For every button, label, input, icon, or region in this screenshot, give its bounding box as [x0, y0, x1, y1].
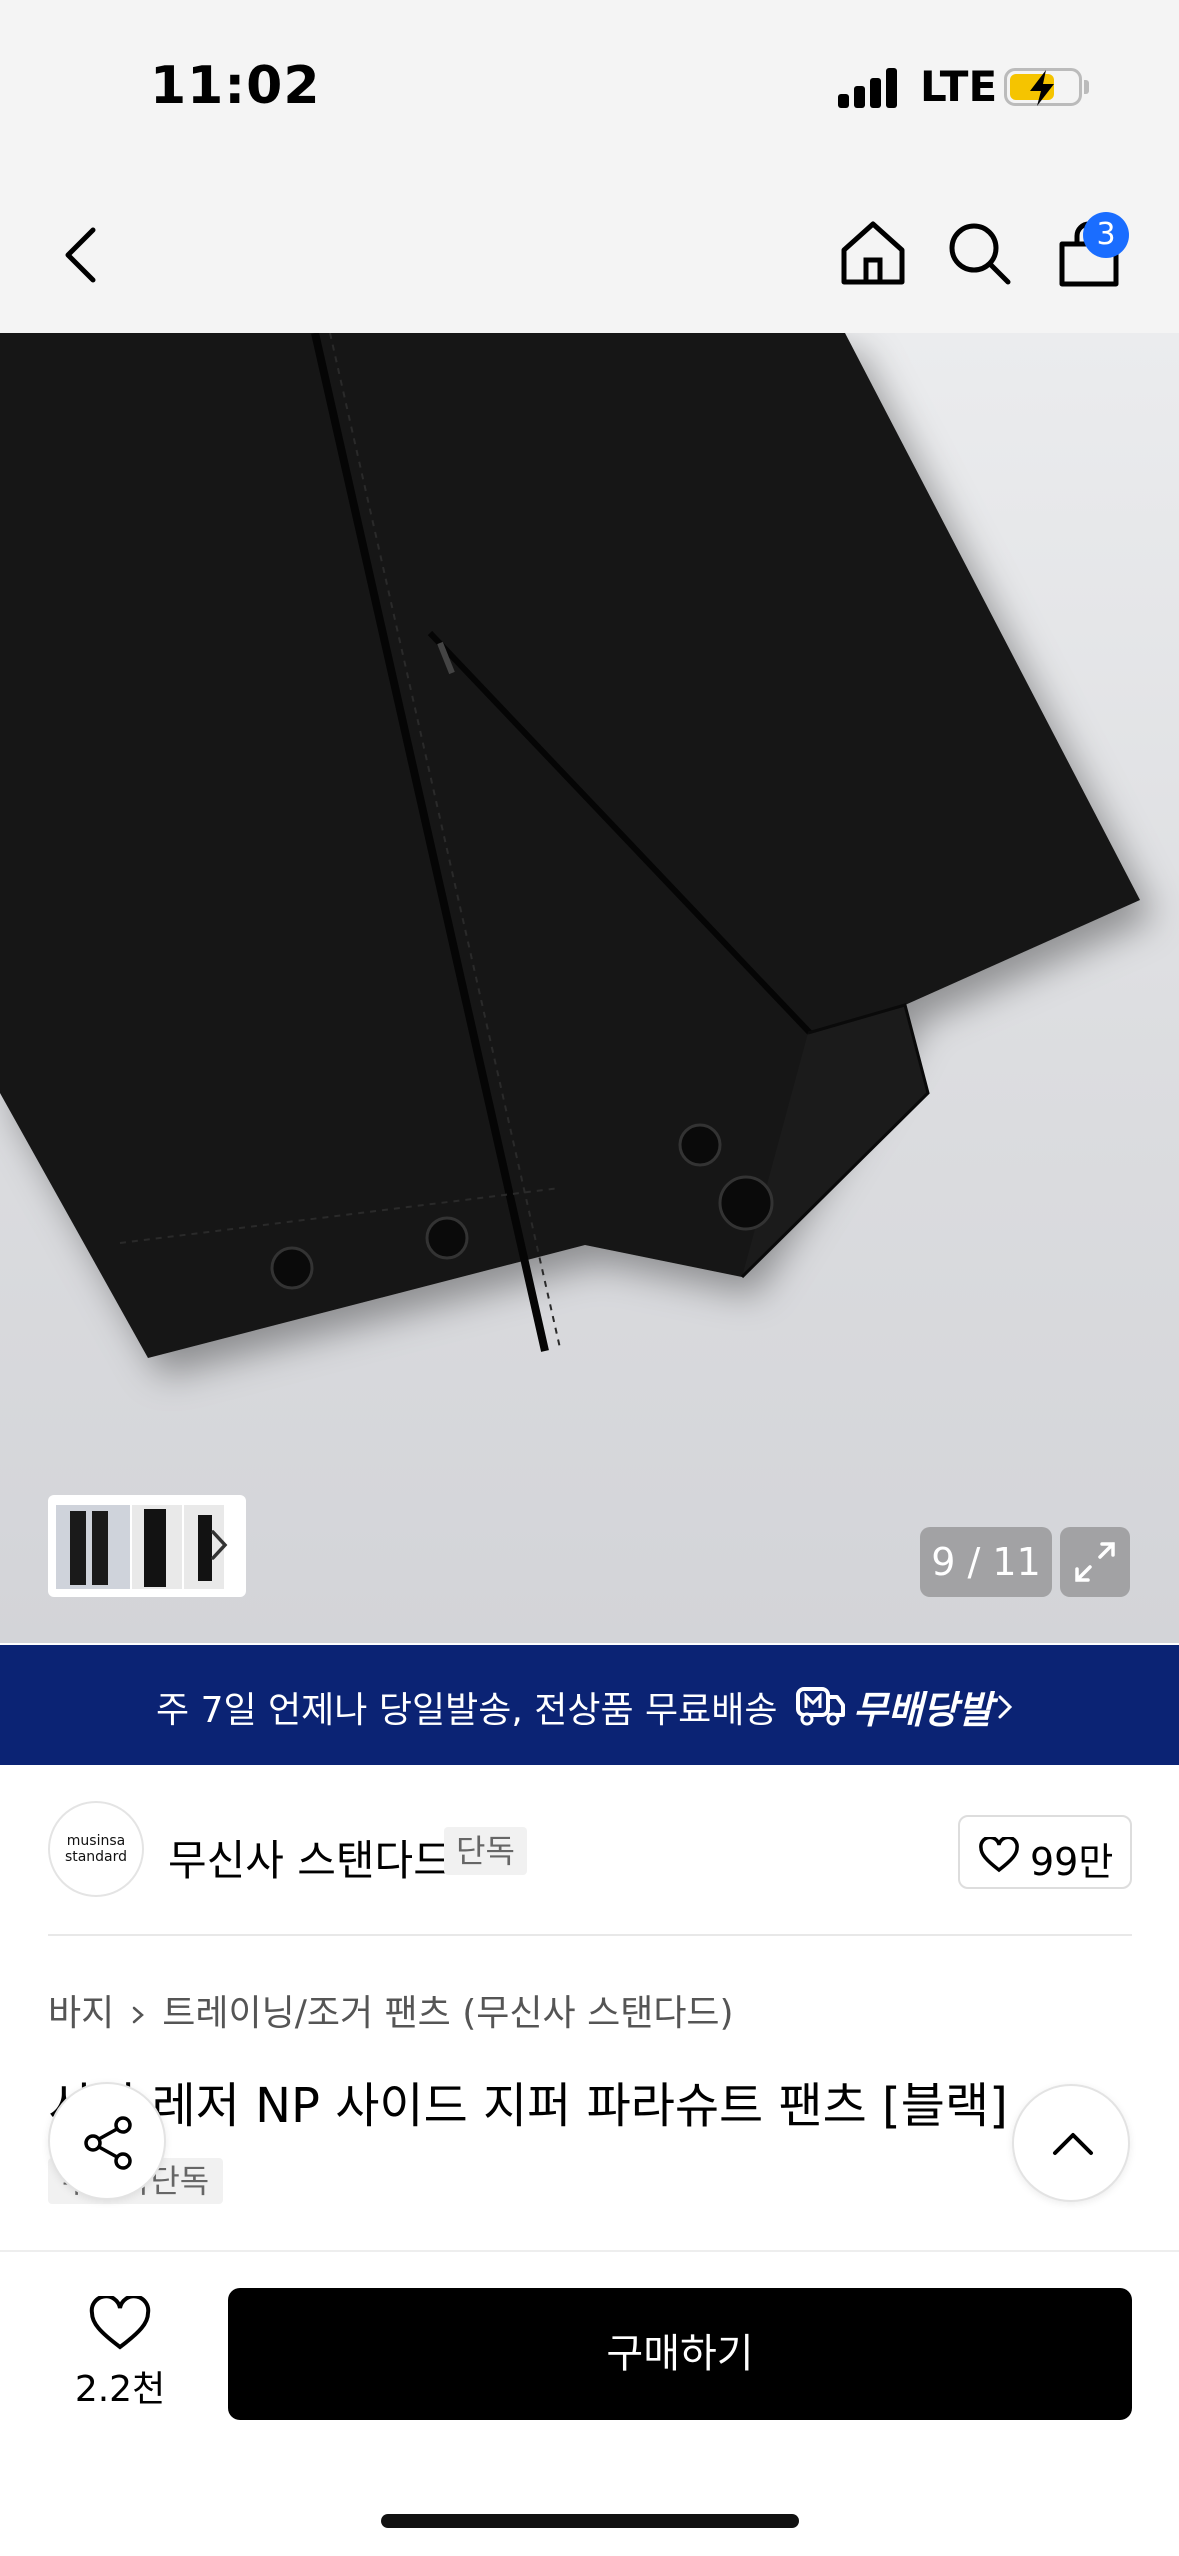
image-counter: 9 / 11 [920, 1527, 1052, 1597]
network-label: LTE [920, 62, 998, 111]
chevron-right-icon[interactable] [204, 1520, 234, 1570]
heart-icon [89, 2296, 151, 2350]
exclusive-tag: 단독 [444, 1827, 527, 1875]
buy-button[interactable]: 구매하기 [228, 2288, 1132, 2420]
product-image [0, 333, 1140, 1358]
brand-like-button[interactable]: 99만 [958, 1815, 1132, 1889]
brand-row: musinsa standard 무신사 스탠다드 단독 99만 [0, 1765, 1179, 1935]
expand-button[interactable] [1060, 1527, 1130, 1597]
share-button[interactable] [48, 2082, 166, 2200]
home-indicator [381, 2514, 799, 2528]
chevron-right-icon [998, 1695, 1013, 1719]
wishlist-button[interactable]: 2.2천 [50, 2296, 190, 2436]
promo-text: 주 7일 언제나 당일발송, 전상품 무료배송 [156, 1690, 778, 1731]
promo-banner[interactable]: 주 7일 언제나 당일발송, 전상품 무료배송 무배당발 [0, 1645, 1179, 1765]
thumbnail-image[interactable] [56, 1505, 130, 1589]
breadcrumb: 바지 트레이닝/조거 팬츠 (무신사 스탠다드) [48, 1984, 734, 2036]
brand-like-count: 99만 [1030, 1840, 1114, 1884]
breadcrumb-item[interactable]: 트레이닝/조거 팬츠 (무신사 스탠다드) [162, 1993, 733, 2034]
chevron-left-icon[interactable] [50, 220, 120, 290]
chevron-right-icon [133, 2006, 145, 2024]
signal-icon [838, 68, 900, 108]
chevron-up-icon [1053, 2133, 1093, 2155]
divider [48, 1934, 1132, 1936]
share-icon [84, 2116, 132, 2170]
promo-brand-label: 무배당발 [853, 1688, 993, 1732]
top-nav-bar [0, 170, 1179, 333]
product-image-gallery[interactable] [0, 333, 1179, 1643]
product-title: 시티 레저 NP 사이드 지퍼 파라슈트 팬츠 [블랙] [48, 2078, 1008, 2134]
bottom-action-bar: 2.2천 구매하기 [0, 2250, 1179, 2556]
brand-logo[interactable]: musinsa standard [48, 1801, 144, 1897]
home-icon[interactable] [838, 218, 908, 288]
wishlist-count: 2.2천 [74, 2369, 166, 2410]
expand-icon [1075, 1542, 1115, 1582]
charging-bolt-icon [1030, 70, 1054, 106]
heart-icon [979, 1837, 1019, 1873]
brand-name[interactable]: 무신사 스탠다드 [168, 1827, 452, 1888]
status-time: 11:02 [150, 56, 321, 116]
delivery-truck-icon [796, 1687, 845, 1726]
cart-count-badge: 3 [1083, 212, 1129, 258]
thumbnail-image[interactable] [132, 1505, 182, 1589]
status-bar: 11:02 LTE [0, 0, 1179, 170]
search-icon[interactable] [944, 218, 1014, 288]
scroll-top-button[interactable] [1012, 2084, 1130, 2202]
breadcrumb-item[interactable]: 바지 [48, 1993, 114, 2034]
